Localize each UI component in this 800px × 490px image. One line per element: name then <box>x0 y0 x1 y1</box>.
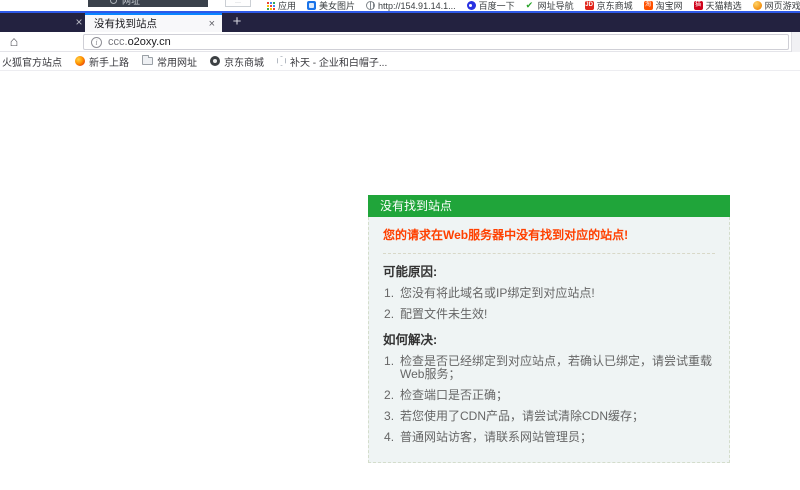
solutions-heading: 如何解决: <box>383 333 715 347</box>
bookmark-getting-started[interactable]: 新手上路 <box>75 54 129 69</box>
url-text: ccc.o2oxy.cn <box>108 36 171 48</box>
bookmark-label: 火狐官方站点 <box>2 54 62 69</box>
home-icon[interactable]: ⌂ <box>6 34 22 50</box>
menu-circle-icon <box>110 0 117 4</box>
bookmark-jd-mall[interactable]: 京东商城 <box>210 54 264 69</box>
navigation-bar: ⌂ i ccc.o2oxy.cn <box>0 32 800 52</box>
baidu-icon <box>467 1 476 10</box>
bookmark-firefox-official[interactable]: 火狐官方站点 <box>2 54 62 69</box>
solution-item: 检查是否已经绑定到对应站点，若确认已绑定，请尝试重载Web服务； <box>383 355 715 381</box>
solution-item: 检查端口是否正确； <box>383 389 715 402</box>
bookmark-label: 新手上路 <box>89 54 129 69</box>
shield-icon <box>277 56 286 66</box>
causes-heading: 可能原因: <box>383 265 715 279</box>
globe-icon <box>366 1 375 10</box>
background-window-strip: 网址 ··· 应用 美女图片 http://154.91.14.1... 百度一… <box>0 0 800 11</box>
bookmark-common-sites-folder[interactable]: 常用网址 <box>142 54 197 69</box>
tab-active[interactable]: 没有找到站点 × <box>85 13 222 32</box>
bookmark-ip-link[interactable]: http://154.91.14.1... <box>366 1 456 11</box>
url-domain: o2oxy.cn <box>128 36 171 48</box>
error-box-body: 您的请求在Web服务器中没有找到对应的站点! 可能原因: 您没有将此域名或IP绑… <box>368 217 730 463</box>
background-bookmarks-bar: 应用 美女图片 http://154.91.14.1... 百度一下 ✔ 网址导… <box>266 0 800 11</box>
taobao-icon: 淘 <box>644 1 653 10</box>
jd-circle-icon <box>210 56 220 66</box>
causes-list: 您没有将此域名或IP绑定到对应站点! 配置文件未生效! <box>383 287 715 321</box>
cause-item: 配置文件未生效! <box>383 308 715 321</box>
apps-grid-icon <box>266 1 275 10</box>
bookmarks-toolbar: 火狐官方站点 新手上路 常用网址 京东商城 补天 - 企业和白帽子... <box>0 52 800 71</box>
check-icon: ✔ <box>526 1 535 10</box>
firefox-icon <box>75 56 85 66</box>
image-icon <box>307 1 316 10</box>
new-tab-button[interactable]: + <box>228 13 246 32</box>
background-panel-fragment: ··· <box>225 0 251 7</box>
jd-icon: JD <box>585 1 594 10</box>
error-box: 没有找到站点 您的请求在Web服务器中没有找到对应的站点! 可能原因: 您没有将… <box>368 195 730 463</box>
background-menu-fragment: 网址 <box>88 0 208 7</box>
bookmark-label: 补天 - 企业和白帽子... <box>290 54 387 69</box>
bookmark-label: http://154.91.14.1... <box>378 1 456 11</box>
solution-item: 若您使用了CDN产品，请尝试清除CDN缓存； <box>383 410 715 423</box>
error-message: 您的请求在Web服务器中没有找到对应的站点! <box>383 228 715 254</box>
orange-ball-icon <box>753 1 762 10</box>
close-tab-icon[interactable]: × <box>72 14 86 30</box>
menu-fragment-label: 网址 <box>122 0 140 7</box>
page-content: 没有找到站点 您的请求在Web服务器中没有找到对应的站点! 可能原因: 您没有将… <box>0 71 800 490</box>
site-info-icon[interactable]: i <box>91 37 102 48</box>
solution-item: 普通网站访客，请联系网站管理员； <box>383 431 715 444</box>
close-icon[interactable]: × <box>202 18 222 30</box>
folder-icon <box>142 57 153 65</box>
cause-item: 您没有将此域名或IP绑定到对应站点! <box>383 287 715 300</box>
bookmark-label: 常用网址 <box>157 54 197 69</box>
solutions-list: 检查是否已经绑定到对应站点，若确认已绑定，请尝试重载Web服务； 检查端口是否正… <box>383 355 715 444</box>
bookmark-label: 京东商城 <box>224 54 264 69</box>
tmall-icon: 猫 <box>694 1 703 10</box>
tab-bar: × 没有找到站点 × + <box>0 11 800 32</box>
error-box-header: 没有找到站点 <box>368 195 730 217</box>
url-subdomain: ccc. <box>108 36 128 48</box>
tab-title: 没有找到站点 <box>85 16 202 31</box>
bookmark-butian[interactable]: 补天 - 企业和白帽子... <box>277 54 387 69</box>
url-bar[interactable]: i ccc.o2oxy.cn <box>83 34 789 50</box>
